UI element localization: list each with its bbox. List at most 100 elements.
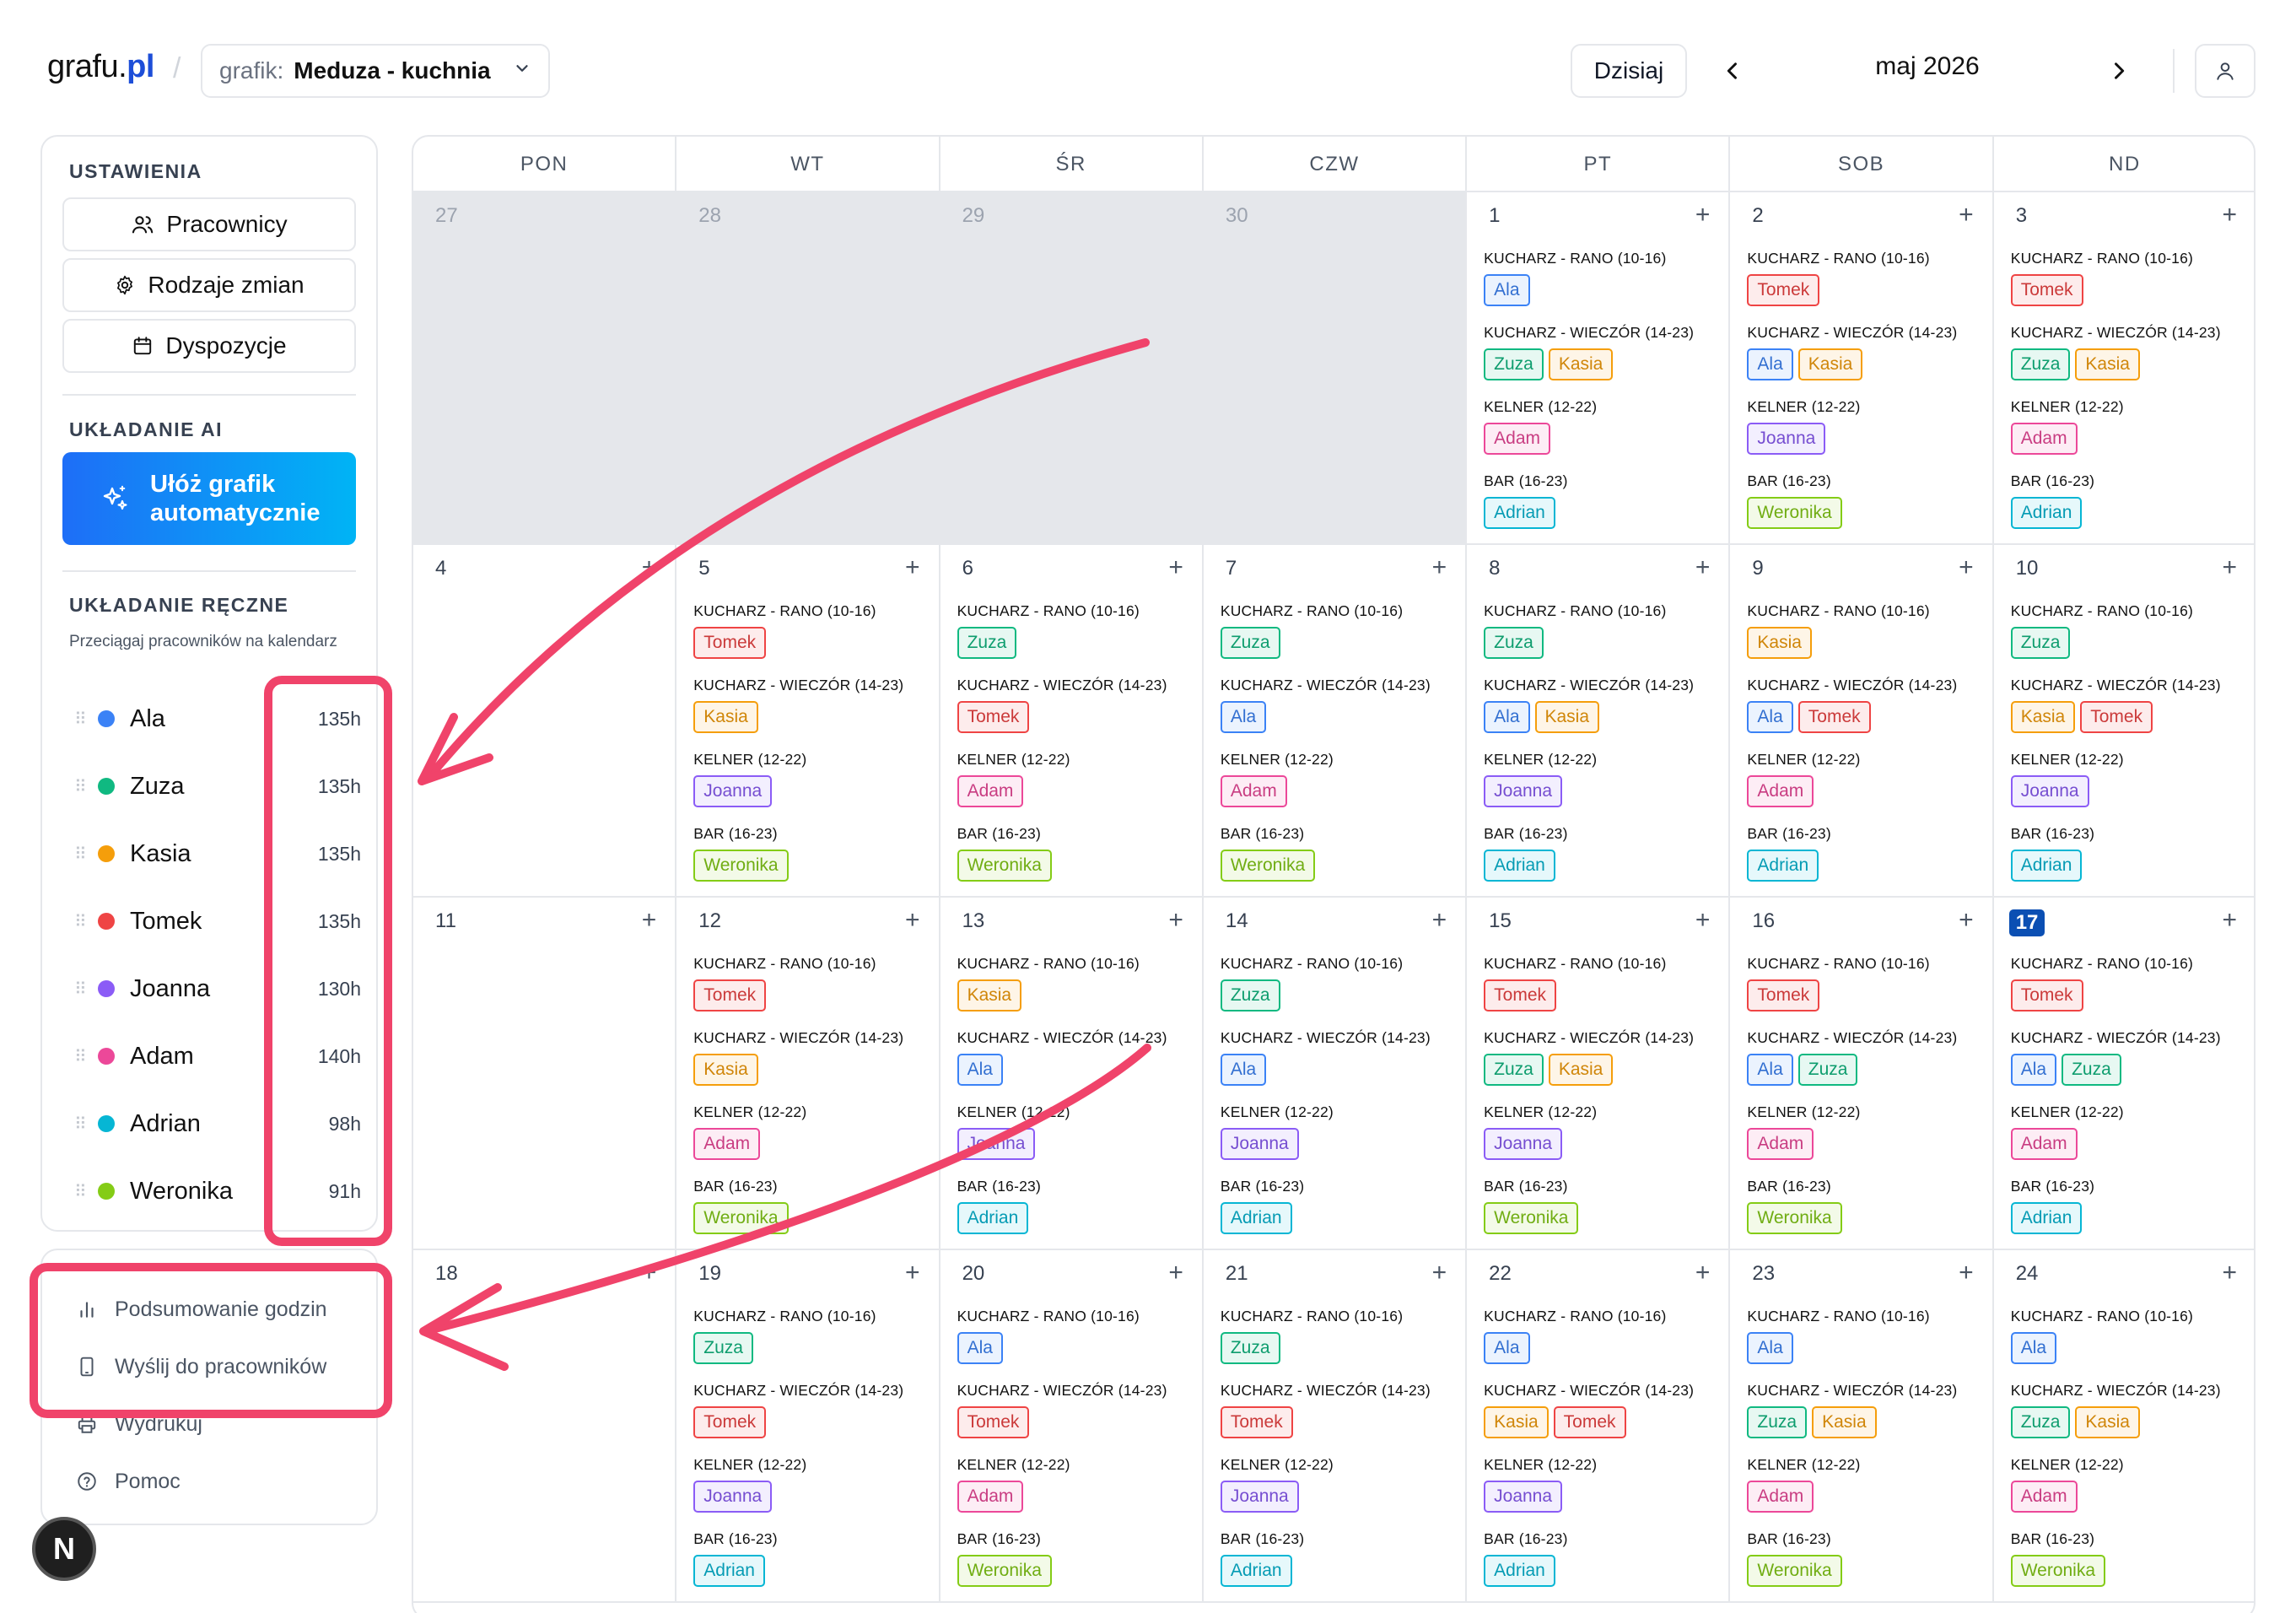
employee-chip[interactable]: Tomek xyxy=(693,1406,767,1438)
schedule-select[interactable]: grafik: Meduza - kuchnia xyxy=(201,44,550,98)
employee-chip[interactable]: Ala xyxy=(1484,1332,1530,1364)
drag-handle-icon[interactable]: ⠿ xyxy=(74,979,94,1000)
employees-button[interactable]: Pracownicy xyxy=(62,197,356,251)
employee-chip[interactable]: Zuza xyxy=(2010,627,2071,659)
employee-chip[interactable]: Ala xyxy=(1220,1054,1267,1086)
user-menu-button[interactable] xyxy=(2195,44,2256,98)
drag-handle-icon[interactable]: ⠿ xyxy=(74,1181,94,1202)
calendar-day[interactable]: 23 + KUCHARZ - RANO (10-16) Ala KUCHARZ - WI… xyxy=(1730,1250,1994,1603)
employee-chip[interactable]: Adrian xyxy=(1484,497,1555,529)
employee-chip[interactable]: Tomek xyxy=(1747,274,1820,306)
employee-chip[interactable]: Adam xyxy=(693,1128,761,1160)
employee-chip[interactable]: Tomek xyxy=(1220,1406,1293,1438)
employee-chip[interactable]: Ala xyxy=(1220,701,1267,733)
employee-chip[interactable]: Tomek xyxy=(1553,1406,1626,1438)
employee-chip[interactable]: Tomek xyxy=(1747,979,1820,1011)
employee-chip[interactable]: Joanna xyxy=(1484,775,1563,807)
calendar-day[interactable]: 27 xyxy=(413,192,677,545)
add-shift-icon[interactable]: + xyxy=(905,1260,920,1286)
employee-chip[interactable]: Adrian xyxy=(2010,1202,2083,1234)
drag-handle-icon[interactable]: ⠿ xyxy=(74,776,94,797)
employee-chip[interactable]: Adrian xyxy=(1747,850,1819,882)
employee-chip[interactable]: Zuza xyxy=(1484,1054,1544,1086)
employee-chip[interactable]: Adrian xyxy=(2010,497,2083,529)
employee-chip[interactable]: Adrian xyxy=(1484,1555,1555,1587)
employee-chip[interactable]: Adam xyxy=(1747,1128,1814,1160)
employee-chip[interactable]: Zuza xyxy=(957,627,1017,659)
send-to-employees-link[interactable]: Wyślij do pracowników xyxy=(76,1350,326,1384)
add-shift-icon[interactable]: + xyxy=(1695,555,1711,580)
employee-chip[interactable]: Ala xyxy=(1484,274,1530,306)
employee-chip[interactable]: Weronika xyxy=(957,850,1052,882)
calendar-day[interactable]: 9 + KUCHARZ - RANO (10-16) Kasia KUCHARZ - W… xyxy=(1730,545,1994,898)
employee-chip[interactable]: Kasia xyxy=(1484,1406,1549,1438)
help-link[interactable]: Pomoc xyxy=(76,1465,181,1498)
employee-chip[interactable]: Zuza xyxy=(2010,348,2071,380)
calendar-day[interactable]: 2 + KUCHARZ - RANO (10-16) Tomek KUCHARZ - W… xyxy=(1730,192,1994,545)
add-shift-icon[interactable]: + xyxy=(1168,555,1183,580)
employee-chip[interactable]: Weronika xyxy=(1220,850,1316,882)
calendar-day[interactable]: 24 + KUCHARZ - RANO (10-16) Ala KUCHARZ - WI… xyxy=(1993,1250,2254,1603)
employee-chip[interactable]: Zuza xyxy=(1747,1406,1808,1438)
calendar-day[interactable]: 7 + KUCHARZ - RANO (10-16) Zuza KUCHARZ - WI… xyxy=(1203,545,1468,898)
employee-chip[interactable]: Tomek xyxy=(2010,274,2083,306)
employee-chip[interactable]: Adrian xyxy=(957,1202,1029,1234)
print-link[interactable]: Wydrukuj xyxy=(76,1407,202,1441)
add-shift-icon[interactable]: + xyxy=(1432,1260,1447,1286)
add-shift-icon[interactable]: + xyxy=(642,908,657,933)
employee-item[interactable]: ⠿ Zuza 135h xyxy=(74,768,361,805)
add-shift-icon[interactable]: + xyxy=(1959,202,1974,228)
employee-chip[interactable]: Zuza xyxy=(1484,348,1544,380)
employee-chip[interactable]: Kasia xyxy=(2075,348,2140,380)
add-shift-icon[interactable]: + xyxy=(1959,1260,1974,1286)
employee-chip[interactable]: Joanna xyxy=(957,1128,1036,1160)
calendar-day[interactable]: 4 + xyxy=(413,545,677,898)
drag-handle-icon[interactable]: ⠿ xyxy=(74,1114,94,1135)
add-shift-icon[interactable]: + xyxy=(905,908,920,933)
calendar-day[interactable]: 22 + KUCHARZ - RANO (10-16) Ala KUCHARZ - WI… xyxy=(1467,1250,1731,1603)
dev-tools-badge[interactable]: N xyxy=(32,1517,96,1581)
employee-chip[interactable]: Adam xyxy=(2010,423,2078,455)
add-shift-icon[interactable]: + xyxy=(905,555,920,580)
employee-chip[interactable]: Adam xyxy=(1747,775,1814,807)
employee-chip[interactable]: Weronika xyxy=(693,850,789,882)
add-shift-icon[interactable]: + xyxy=(642,1260,657,1286)
employee-chip[interactable]: Kasia xyxy=(2075,1406,2140,1438)
employee-chip[interactable]: Ala xyxy=(2010,1054,2057,1086)
availability-button[interactable]: Dyspozycje xyxy=(62,319,356,373)
employee-chip[interactable]: Weronika xyxy=(1747,1202,1842,1234)
calendar-day[interactable]: 6 + KUCHARZ - RANO (10-16) Zuza KUCHARZ - WI… xyxy=(940,545,1204,898)
drag-handle-icon[interactable]: ⠿ xyxy=(74,844,94,865)
drag-handle-icon[interactable]: ⠿ xyxy=(74,709,94,730)
calendar-day[interactable]: 14 + KUCHARZ - RANO (10-16) Zuza KUCHARZ - W… xyxy=(1203,898,1468,1250)
employee-chip[interactable]: Ala xyxy=(2010,1332,2057,1364)
add-shift-icon[interactable]: + xyxy=(1959,555,1974,580)
employee-chip[interactable]: Tomek xyxy=(2010,979,2083,1011)
employee-chip[interactable]: Zuza xyxy=(2010,1406,2071,1438)
employee-chip[interactable]: Kasia xyxy=(1548,348,1614,380)
employee-chip[interactable]: Tomek xyxy=(693,627,767,659)
employee-chip[interactable]: Joanna xyxy=(693,1481,773,1513)
employee-item[interactable]: ⠿ Adam 140h xyxy=(74,1038,361,1075)
employee-chip[interactable]: Weronika xyxy=(693,1202,789,1234)
employee-chip[interactable]: Ala xyxy=(957,1332,1003,1364)
employee-chip[interactable]: Ala xyxy=(1747,348,1793,380)
employee-chip[interactable]: Adam xyxy=(1220,775,1287,807)
add-shift-icon[interactable]: + xyxy=(1959,908,1974,933)
employee-chip[interactable]: Tomek xyxy=(957,701,1030,733)
calendar-day[interactable]: 17 + KUCHARZ - RANO (10-16) Tomek KUCHARZ - … xyxy=(1993,898,2254,1250)
employee-chip[interactable]: Adam xyxy=(957,1481,1024,1513)
calendar-day[interactable]: 29 xyxy=(940,192,1204,545)
employee-chip[interactable]: Zuza xyxy=(1484,627,1544,659)
app-logo[interactable]: grafu.pl xyxy=(47,49,154,85)
employee-chip[interactable]: Zuza xyxy=(1797,1054,1858,1086)
employee-chip[interactable]: Adrian xyxy=(1220,1555,1292,1587)
employee-chip[interactable]: Kasia xyxy=(1812,1406,1877,1438)
calendar-day[interactable]: 21 + KUCHARZ - RANO (10-16) Zuza KUCHARZ - W… xyxy=(1203,1250,1468,1603)
employee-chip[interactable]: Kasia xyxy=(957,979,1022,1011)
employee-chip[interactable]: Adrian xyxy=(693,1555,765,1587)
employee-chip[interactable]: Weronika xyxy=(1747,1555,1842,1587)
employee-chip[interactable]: Joanna xyxy=(2010,775,2089,807)
employee-chip[interactable]: Joanna xyxy=(693,775,773,807)
employee-chip[interactable]: Zuza xyxy=(1220,627,1280,659)
